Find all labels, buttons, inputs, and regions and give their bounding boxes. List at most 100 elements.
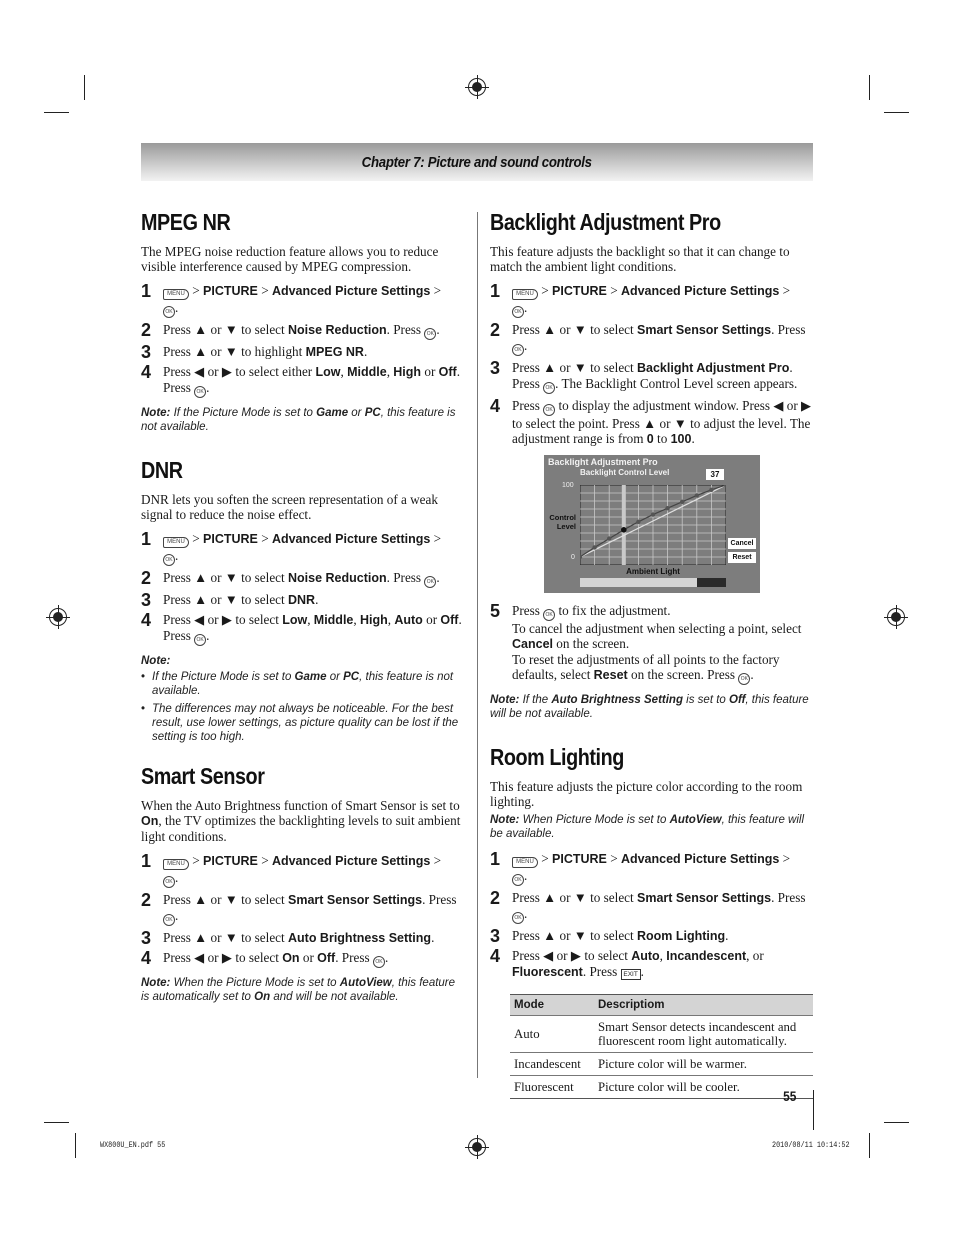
ok-button-icon: OK (512, 306, 524, 318)
menu-button-icon: MENU (163, 859, 189, 870)
section-title: DNR (141, 457, 183, 483)
section-intro: When the Auto Brightness function of Sma… (141, 798, 461, 844)
y-axis-label: Control Level (549, 513, 576, 531)
section-intro: DNR lets you soften the screen represent… (141, 492, 438, 522)
step-1: 1 MENU > PICTURE > Advanced Picture Setti… (490, 850, 815, 886)
curve-point (709, 487, 714, 492)
mode-cell: Incandescent (510, 1052, 594, 1076)
step-1: 1 MENU > PICTURE > Advanced Picture Setti… (141, 530, 466, 566)
up-down-arrows-icon: ▲ or ▼ (543, 928, 587, 943)
y-axis-max: 100 (562, 482, 574, 489)
ok-button-icon: OK (738, 673, 751, 685)
step-2: 2 Press ▲ or ▼ to select Smart Sensor Set… (141, 891, 466, 926)
registration-mark-icon (46, 605, 70, 629)
section-title: Smart Sensor (141, 763, 265, 789)
reset-button[interactable]: Reset (728, 552, 756, 563)
curve-point (650, 512, 656, 517)
up-down-arrows-icon: ▲ or ▼ (194, 570, 238, 585)
up-down-arrows-icon: ▲ or ▼ (194, 892, 238, 907)
y-axis-min: 0 (571, 554, 575, 561)
section-title: MPEG NR (141, 209, 231, 235)
note: Note: If the Auto Brightness Setting is … (490, 694, 809, 720)
up-down-arrows-icon: ▲ or ▼ (543, 360, 587, 375)
step-2: 2 Press ▲ or ▼ to select Smart Sensor Set… (490, 889, 815, 924)
room-lighting-table: Mode Descriptiom Auto Smart Sensor detec… (510, 994, 813, 1099)
right-column: Backlight Adjustment Pro This feature ad… (490, 208, 815, 1099)
ok-button-icon: OK (512, 874, 524, 886)
ok-button-icon: OK (543, 609, 556, 621)
note: Note: When the Picture Mode is set to Au… (141, 977, 456, 1003)
up-down-arrows-icon: ▲ or ▼ (194, 930, 238, 945)
column-header: Descriptiom (594, 994, 813, 1016)
step-list: 1 MENU > PICTURE > Advanced Picture Setti… (141, 530, 466, 646)
ok-button-icon: OK (512, 344, 524, 356)
step-list: 5 Press OK to fix the adjustment. To cance… (490, 602, 815, 685)
step-4: 4 Press ◀ or ▶ to select either Low, Midd… (141, 363, 466, 398)
ok-button-icon: OK (424, 576, 437, 588)
x-axis-label: Ambient Light (626, 567, 680, 576)
step-1: 1 MENU > PICTURE > Advanced Picture Setti… (141, 282, 466, 318)
column-header: Mode (510, 994, 594, 1016)
section-intro: This feature adjusts the picture color a… (490, 779, 803, 809)
table-row: Auto Smart Sensor detects incandescent a… (510, 1015, 813, 1053)
left-right-arrows-icon: ◀ or ▶ (194, 612, 233, 627)
menu-button-icon: MENU (512, 857, 538, 868)
section-intro: This feature adjusts the backlight so th… (490, 244, 790, 274)
step-3: 3 Press ▲ or ▼ to highlight MPEG NR. (141, 342, 368, 362)
screen-title: Backlight Adjustment Pro (548, 457, 658, 467)
ok-button-icon: OK (163, 554, 175, 566)
ok-button-icon: OK (543, 404, 556, 416)
crop-mark (44, 1122, 69, 1123)
ambient-light-fill (580, 578, 697, 587)
chapter-title: Chapter 7: Picture and sound controls (361, 153, 593, 171)
step-3: 3 Press ▲ or ▼ to select Auto Brightness … (141, 928, 435, 948)
table-header-row: Mode Descriptiom (510, 994, 813, 1016)
curve-point (665, 506, 670, 511)
note-item: If the Picture Mode is set to Game or PC… (141, 670, 466, 698)
step-2: 2 Press ▲ or ▼ to select Noise Reduction.… (141, 568, 440, 588)
table-row: Fluorescent Picture color will be cooler… (510, 1075, 813, 1099)
mode-cell: Fluorescent (510, 1075, 594, 1099)
selected-column-highlight (621, 485, 626, 565)
left-right-arrows-icon: ◀ or ▶ (194, 364, 233, 379)
up-down-arrows-icon: ▲ or ▼ (194, 592, 238, 607)
backlight-graph (580, 485, 726, 565)
menu-button-icon: MENU (163, 537, 189, 548)
section-smart-sensor: Smart Sensor When the Auto Brightness fu… (141, 762, 466, 1004)
ok-button-icon: OK (424, 328, 437, 340)
curve-point (680, 499, 685, 504)
step-list: 1 MENU > PICTURE > Advanced Picture Setti… (490, 282, 815, 447)
crop-mark (44, 112, 69, 113)
ok-button-icon: OK (194, 634, 207, 646)
step-list: 1 MENU > PICTURE > Advanced Picture Setti… (141, 282, 466, 398)
selected-point (621, 527, 627, 533)
step-list: 1 MENU > PICTURE > Advanced Picture Setti… (490, 850, 815, 980)
step-3: 3 Press ▲ or ▼ to select DNR. (141, 590, 319, 610)
step-1: 1 MENU > PICTURE > Advanced Picture Setti… (490, 282, 815, 318)
up-down-arrows-icon: ▲ or ▼ (194, 344, 238, 359)
curve-point (694, 493, 699, 498)
registration-mark-icon (465, 1135, 489, 1159)
chapter-banner: Chapter 7: Picture and sound controls (141, 143, 813, 181)
step-4: 4 Press ◀ or ▶ to select Auto, Incandesce… (490, 946, 764, 980)
registration-mark-icon (884, 605, 908, 629)
step-4: 4 Press ◀ or ▶ to select Low, Middle, Hig… (141, 611, 466, 646)
ok-button-icon: OK (512, 912, 524, 924)
ok-button-icon: OK (372, 956, 385, 968)
left-right-arrows-icon: ◀ or ▶ (773, 398, 812, 413)
menu-button-icon: MENU (163, 289, 189, 300)
up-down-arrows-icon: ▲ or ▼ (543, 322, 587, 337)
section-title: Backlight Adjustment Pro (490, 209, 721, 235)
curve-point (607, 536, 612, 541)
step-5: 5 Press OK to fix the adjustment. To cance… (490, 602, 815, 685)
ambient-light-bar (580, 578, 726, 587)
section-room-lighting: Room Lighting This feature adjusts the p… (490, 743, 815, 1099)
note-list: If the Picture Mode is set to Game or PC… (141, 670, 466, 744)
section-mpeg-nr: MPEG NR The MPEG noise reduction feature… (141, 208, 466, 434)
step-4: 4 Press ◀ or ▶ to select On or Off. Press… (141, 948, 389, 968)
description-cell: Smart Sensor detects incandescent and fl… (594, 1015, 813, 1053)
up-down-arrows-icon: ▲ or ▼ (194, 322, 238, 337)
cancel-button[interactable]: Cancel (728, 538, 756, 549)
step-4: 4 Press OK to display the adjustment wind… (490, 396, 812, 446)
column-divider (477, 212, 478, 1078)
